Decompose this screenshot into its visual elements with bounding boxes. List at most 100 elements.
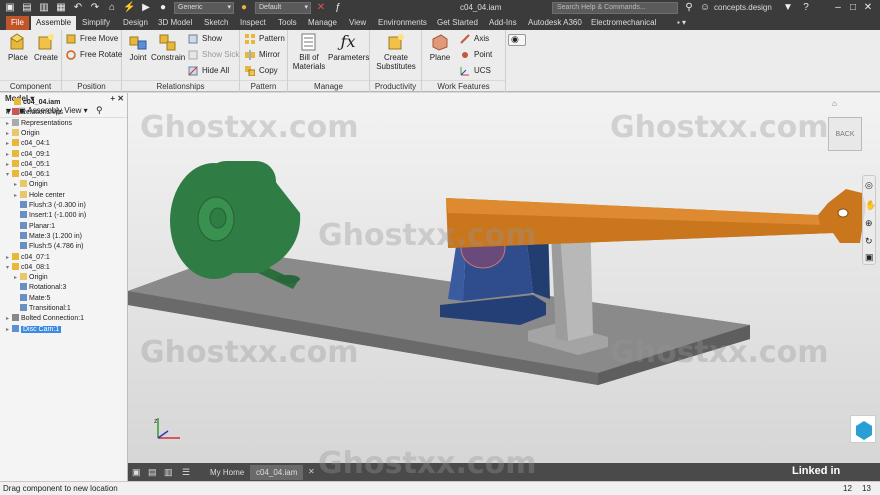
zoom-icon[interactable]: ⊕ xyxy=(865,218,873,229)
home-icon[interactable]: ⌂ xyxy=(106,2,118,14)
close-icon[interactable]: ✕ xyxy=(862,2,874,14)
panel-label-work-features[interactable]: Work Features xyxy=(422,80,505,91)
panel-label-relationships[interactable]: Relationships xyxy=(122,80,239,91)
point-button[interactable]: Point xyxy=(460,49,492,61)
free-move-button[interactable]: Free Move xyxy=(66,33,118,45)
open-icon[interactable]: ▥ xyxy=(38,2,50,14)
tree-item[interactable]: ▾ c04_06:1 xyxy=(6,170,50,180)
browser-close-icon[interactable]: ✕ xyxy=(117,93,124,104)
tab-sketch[interactable]: Sketch xyxy=(199,16,233,30)
search-help-input[interactable]: Search Help & Commands... xyxy=(552,2,678,14)
tree-item[interactable]: Flush:5 (4.786 in) xyxy=(14,242,83,252)
tree-item[interactable]: ▸ Hole center xyxy=(14,190,65,201)
material-dropdown[interactable]: Generic xyxy=(174,2,234,14)
arrange-icon[interactable]: ▥ xyxy=(164,467,173,478)
find-icon[interactable]: ⚲ xyxy=(96,105,103,116)
close-tab-icon[interactable]: ✕ xyxy=(308,467,315,476)
tree-item[interactable]: Mate:3 (1.200 in) xyxy=(14,231,82,242)
tree-item[interactable]: Planar:1 xyxy=(14,221,55,232)
graphics-viewport[interactable]: z BACK ⌂ ◎ ✋ ⊕ ↻ ▣ xyxy=(128,93,880,463)
orbit-icon[interactable]: ↻ xyxy=(865,236,873,247)
minimize-icon[interactable]: – xyxy=(832,2,844,14)
bill-of-materials-button[interactable]: Bill of Materials xyxy=(292,33,326,71)
tab-inspect[interactable]: Inspect xyxy=(235,16,271,30)
tree-item[interactable]: ▾ c04_08:1 xyxy=(6,262,50,273)
tree-item[interactable]: ▸ Origin xyxy=(6,128,40,139)
show-button[interactable]: Show xyxy=(188,33,222,45)
clear-appearance-icon[interactable]: ✕ xyxy=(315,2,327,14)
pattern-button[interactable]: Pattern xyxy=(245,33,285,45)
create-substitutes-button[interactable]: Create Substitutes xyxy=(373,33,419,71)
folder-icon[interactable]: ▣ xyxy=(4,2,16,14)
ucs-button[interactable]: UCS xyxy=(460,65,491,77)
lever-arm[interactable] xyxy=(446,189,866,248)
tab-add-ins[interactable]: Add-Ins xyxy=(484,16,522,30)
appearance-dropdown[interactable]: Default xyxy=(255,2,311,14)
tab-autodesk-a360[interactable]: Autodesk A360 xyxy=(523,16,587,30)
create-component-button[interactable]: Create xyxy=(33,33,59,62)
tab-electromechanical[interactable]: Electromechanical xyxy=(586,16,661,30)
tree-item[interactable]: ▸ c04_04:1 xyxy=(6,139,50,149)
tab-design[interactable]: Design xyxy=(118,16,153,30)
look-at-icon[interactable]: ▣ xyxy=(865,252,874,263)
steering-wheel-icon[interactable]: ◎ xyxy=(865,180,873,191)
user-account[interactable]: concepts.design xyxy=(714,3,772,12)
joint-button[interactable]: Joint xyxy=(127,33,149,62)
a360-button[interactable] xyxy=(850,415,876,443)
binoculars-icon[interactable]: ⚲ xyxy=(683,2,695,14)
tab-my-home[interactable]: My Home xyxy=(204,465,250,480)
tree-item[interactable]: Flush:3 (-0.300 in) xyxy=(14,201,86,211)
menu-icon[interactable]: ☰ xyxy=(182,467,190,478)
tree-root[interactable]: c04_04.iam xyxy=(8,98,60,108)
tree-item[interactable]: ▸ c04_05:1 xyxy=(6,159,50,170)
cart-icon[interactable]: ▼ xyxy=(782,2,794,14)
panel-label-pattern[interactable]: Pattern xyxy=(240,80,287,91)
browser-add-icon[interactable]: + xyxy=(110,93,115,104)
free-rotate-button[interactable]: Free Rotate xyxy=(66,49,122,61)
maximize-icon[interactable]: □ xyxy=(847,2,859,14)
tree-item[interactable]: Transitional:1 xyxy=(14,304,71,314)
assembly-scene[interactable]: z xyxy=(128,93,880,463)
new-file-icon[interactable]: ▤ xyxy=(21,2,33,14)
tree-item[interactable]: ▸ Disc Cam:1 xyxy=(6,324,62,335)
tab-tools[interactable]: Tools xyxy=(273,16,302,30)
tree-item[interactable]: ▸ c04_09:1 xyxy=(6,149,50,160)
cascade-icon[interactable]: ▤ xyxy=(148,467,157,478)
tab-assemble[interactable]: Assemble xyxy=(31,16,77,30)
view-cube[interactable]: BACK xyxy=(828,117,862,151)
ribbon-extra-dropdown[interactable]: ◉ xyxy=(508,34,526,46)
fx-icon[interactable]: ƒ xyxy=(332,2,344,14)
tab-environments[interactable]: Environments xyxy=(373,16,432,30)
hide-all-button[interactable]: Hide All xyxy=(188,65,229,77)
tab-3d-model[interactable]: 3D Model xyxy=(153,16,197,30)
place-button[interactable]: Place xyxy=(6,33,30,62)
tab-document[interactable]: c04_04.iam xyxy=(250,465,304,480)
tab-simplify[interactable]: Simplify xyxy=(77,16,115,30)
tree-item[interactable]: Insert:1 (-1.000 in) xyxy=(14,211,86,221)
tree-item[interactable]: ▸ Origin xyxy=(14,273,48,283)
undo-icon[interactable]: ↶ xyxy=(72,2,84,14)
tree-item[interactable]: ▸ Relationships xyxy=(6,108,63,118)
tree-item[interactable]: ▸ c04_07:1 xyxy=(6,252,50,263)
redo-icon[interactable]: ↷ xyxy=(89,2,101,14)
constrain-button[interactable]: Constrain xyxy=(151,33,185,62)
parameters-button[interactable]: ƒx Parameters xyxy=(328,33,369,63)
tab-get-started[interactable]: Get Started xyxy=(432,16,483,30)
tree-item[interactable]: Rotational:3 xyxy=(14,283,66,293)
tree-item[interactable]: ▸ Bolted Connection:1 xyxy=(6,314,84,324)
tab-view[interactable]: View xyxy=(344,16,371,30)
view-cube-home-icon[interactable]: ⌂ xyxy=(832,99,837,108)
copy-button[interactable]: Copy xyxy=(245,65,278,77)
panel-label-manage[interactable]: Manage xyxy=(288,80,369,91)
tab-manage[interactable]: Manage xyxy=(303,16,342,30)
tile-icon[interactable]: ▣ xyxy=(132,467,141,478)
tree-item[interactable]: ▸ Representations xyxy=(6,118,72,129)
select-icon[interactable]: ▶ xyxy=(140,2,152,14)
panel-label-component[interactable]: Component xyxy=(0,80,61,91)
ribbon-options-icon[interactable]: ▪ ▾ xyxy=(672,16,691,30)
axis-button[interactable]: Axis xyxy=(460,33,489,45)
tab-file[interactable]: File xyxy=(6,16,29,30)
save-icon[interactable]: ▦ xyxy=(55,2,67,14)
pan-icon[interactable]: ✋ xyxy=(865,200,876,211)
panel-label-productivity[interactable]: Productivity xyxy=(370,80,421,91)
